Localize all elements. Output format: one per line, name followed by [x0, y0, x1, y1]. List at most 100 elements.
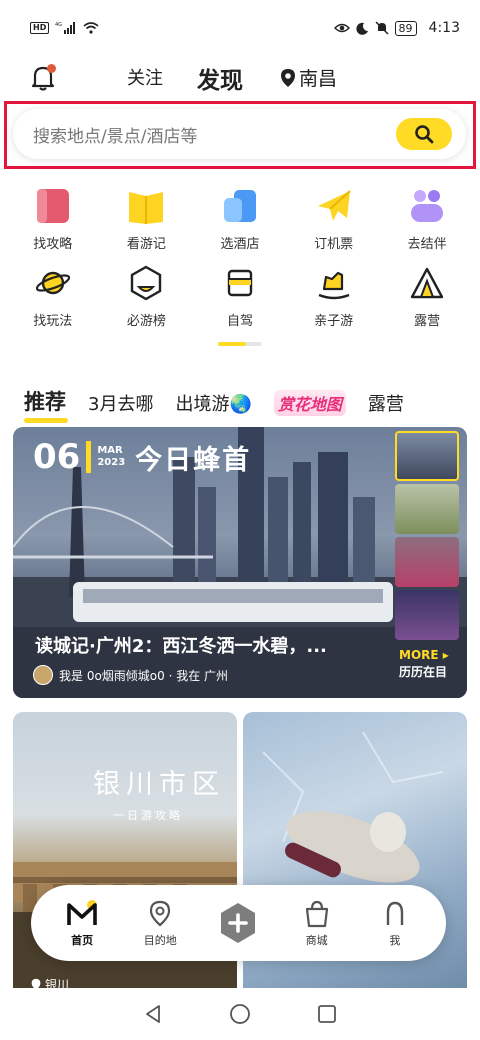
grid-label: 自驾 — [226, 314, 253, 329]
nav-publish[interactable] — [206, 902, 270, 944]
author-text: 我是 0o烟雨倾城o0 · 我在 广州 — [59, 668, 229, 683]
nav-destination[interactable]: 目的地 — [128, 899, 192, 948]
status-bar: HD 4G 89 4:13 — [0, 0, 480, 56]
thumbnail-flowers[interactable] — [395, 537, 459, 587]
feature-grid: 找攻略 看游记 选酒店 订机票 去结伴 找玩法 必游榜 自驾 亲子游 露营 — [0, 180, 480, 334]
home-logo-icon — [67, 899, 98, 925]
ranking-icon — [124, 261, 168, 305]
svg-text:4G: 4G — [55, 22, 62, 28]
grid-item-family-trip[interactable]: 亲子游 — [294, 257, 374, 334]
grid-label: 去结伴 — [407, 237, 447, 252]
city-selector[interactable]: 南昌 — [280, 64, 337, 91]
search-bar[interactable]: 搜索地点/景点/酒店等 — [13, 109, 466, 159]
more-label: MORE ▸ — [399, 648, 449, 662]
grid-label: 必游榜 — [126, 314, 166, 329]
planet-icon — [31, 261, 75, 305]
feature-grid-row-2: 找玩法 必游榜 自驾 亲子游 露营 — [0, 257, 480, 334]
grid-page-indicator-fill — [218, 342, 246, 346]
thumbnail-city-bridge[interactable] — [395, 431, 459, 481]
status-right: 89 4:13 — [333, 20, 460, 36]
tab-recommend[interactable]: 推荐 — [24, 386, 68, 423]
battery-indicator: 89 — [394, 20, 417, 36]
moon-icon — [355, 22, 368, 35]
grid-label: 亲子游 — [314, 314, 354, 329]
bottom-nav: 首页 目的地 商城 我 — [31, 885, 446, 961]
tab-abroad[interactable]: 出境游🌏 — [175, 390, 251, 416]
nav-shop[interactable]: 商城 — [285, 899, 349, 948]
nav-me-label: 我 — [389, 933, 401, 947]
date-year: 2023 — [97, 457, 126, 468]
grid-item-travel-notes[interactable]: 看游记 — [106, 180, 186, 257]
signal-icon: 4G — [55, 22, 76, 34]
tab-flower-map[interactable]: 赏花地图 — [273, 390, 346, 416]
clock: 4:13 — [428, 20, 460, 36]
hotel-icon — [218, 184, 262, 228]
grid-label: 找玩法 — [33, 314, 73, 329]
top-nav: 关注 发现 南昌 — [0, 56, 480, 102]
date-divider — [86, 441, 92, 473]
plus-hexagon-icon — [221, 903, 256, 943]
tab-follow[interactable]: 关注 — [127, 64, 163, 90]
guide-book-icon — [31, 184, 75, 228]
category-tabs: 推荐 3月去哪 出境游🌏 赏花地图 露营 — [0, 376, 480, 423]
system-nav-bar — [0, 988, 480, 1040]
date-month-year: MAR 2023 — [97, 445, 125, 469]
grid-item-companions[interactable]: 去结伴 — [387, 180, 467, 257]
destination-pin-icon — [150, 900, 171, 926]
thumbnail-grassland[interactable] — [395, 484, 459, 534]
tab-camping[interactable]: 露营 — [368, 390, 404, 416]
companions-icon — [405, 184, 449, 228]
tab-discover[interactable]: 发现 — [197, 61, 243, 95]
grid-item-hotels[interactable]: 选酒店 — [200, 180, 280, 257]
thumbnail-night-city[interactable] — [395, 590, 459, 640]
nav-destination-label: 目的地 — [143, 933, 177, 947]
profile-icon — [386, 901, 404, 925]
hd-badge: HD — [30, 22, 50, 34]
grid-label: 找攻略 — [33, 237, 73, 252]
daily-feature-title: 今日蜂首 — [135, 444, 252, 476]
recents-icon[interactable] — [316, 1003, 338, 1025]
rocking-horse-icon — [312, 261, 356, 305]
featured-card[interactable]: 06 MAR 2023 今日蜂首 读城记·广州2：西江冬洒一水碧，... 我是 … — [13, 427, 467, 698]
travel-notes-icon — [124, 184, 168, 228]
grid-item-camping[interactable]: 露营 — [387, 257, 467, 334]
home-icon[interactable] — [229, 1003, 251, 1025]
search-placeholder: 搜索地点/景点/酒店等 — [33, 126, 198, 147]
plane-icon — [312, 184, 356, 228]
date-month: MAR — [97, 445, 123, 456]
nav-home-label: 首页 — [71, 933, 94, 947]
thumbnail-strip: MORE ▸ 历历在目 — [395, 431, 461, 693]
featured-article-title: 读城记·广州2：西江冬洒一水碧，... — [35, 636, 327, 657]
shopping-bag-icon — [305, 900, 328, 927]
grid-item-guides[interactable]: 找攻略 — [13, 180, 93, 257]
card-title: 银川市区 — [93, 769, 225, 800]
featured-author: 我是 0o烟雨倾城o0 · 我在 广州 — [33, 665, 228, 685]
wifi-icon — [83, 22, 99, 34]
date-day: 06 — [33, 437, 81, 477]
more-sublabel: 历历在目 — [399, 665, 448, 679]
grid-item-activities[interactable]: 找玩法 — [13, 257, 93, 334]
tab-march[interactable]: 3月去哪 — [88, 390, 153, 416]
grid-item-flights[interactable]: 订机票 — [294, 180, 374, 257]
grid-item-must-visit[interactable]: 必游榜 — [106, 257, 186, 334]
search-button[interactable] — [396, 118, 452, 150]
nav-home[interactable]: 首页 — [50, 899, 114, 948]
more-button[interactable]: MORE ▸ 历历在目 — [395, 643, 461, 680]
car-icon — [218, 261, 262, 305]
grid-label: 订机票 — [314, 237, 354, 252]
location-pin-icon — [281, 68, 295, 87]
eye-icon — [333, 23, 350, 33]
grid-item-self-drive[interactable]: 自驾 — [200, 257, 280, 334]
card-subtitle: 一日游攻略 — [113, 809, 183, 822]
nav-me[interactable]: 我 — [363, 899, 427, 948]
city-label: 南昌 — [299, 68, 338, 90]
nav-shop-label: 商城 — [305, 933, 328, 947]
grid-label: 选酒店 — [220, 237, 260, 252]
notification-button[interactable] — [30, 64, 58, 92]
avatar — [33, 665, 53, 685]
status-left: HD 4G — [30, 21, 99, 35]
feature-grid-row-1: 找攻略 看游记 选酒店 订机票 去结伴 — [0, 180, 480, 257]
featured-date: 06 MAR 2023 今日蜂首 — [33, 437, 251, 477]
tent-icon — [405, 261, 449, 305]
back-icon[interactable] — [142, 1003, 164, 1025]
